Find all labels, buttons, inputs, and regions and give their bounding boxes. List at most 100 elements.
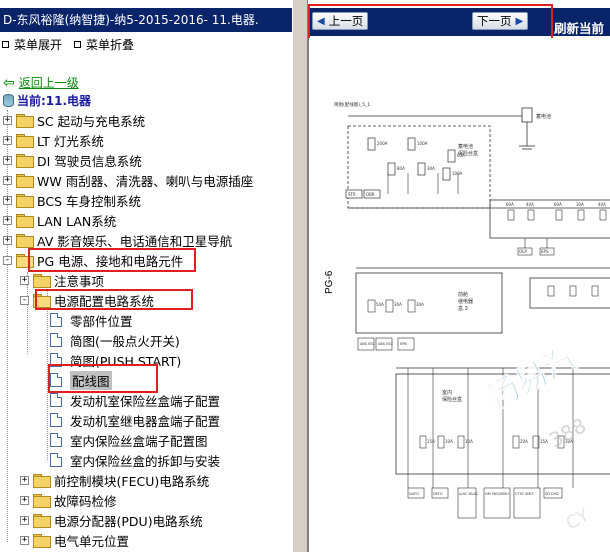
tree-item[interactable]: + LAN LAN系统 [3,210,116,230]
fuse [387,162,396,176]
folder-icon [16,153,34,168]
current-location: 当前:11.电器 [3,92,91,109]
folder-icon [16,113,34,128]
tree-item-label: 电气单元位置 [54,533,130,549]
tree-item[interactable]: + WW 雨刮器、清洗器、喇叭与电源插座 [3,170,253,190]
fuse-label: 200A [377,141,388,146]
tree-item[interactable]: + 电气单元位置 [20,530,129,550]
tree-item-label: 电源配置电路系统 [54,293,155,309]
tree-item-label: LAN LAN系统 [37,213,117,229]
folder-open-icon [16,253,34,268]
expand-icon[interactable]: + [3,195,12,205]
menu-row: 菜单展开 菜单折叠 [2,36,134,53]
tree-item[interactable]: + 故障码检修 [20,490,117,510]
next-page-button[interactable]: 下一页 ▶ [472,12,529,30]
watermark-text: 畅易汽 [480,338,583,417]
connector-label: HM 5KG/MMU [485,492,509,496]
tree-item[interactable]: + SC 起动与充电系统 [3,110,145,130]
fuse [577,209,585,221]
tree-item[interactable]: 室内保险丝盒端子配置图 [39,430,208,450]
tree-item[interactable]: 简图(一般点火开关) [39,330,180,350]
expand-icon[interactable]: + [3,175,12,185]
document-icon [50,413,62,427]
tree-item[interactable]: + 电源分配器(PDU)电路系统 [20,510,203,530]
right-arrow-icon: ▶ [515,15,524,27]
fuse [419,435,427,449]
expand-icon[interactable]: + [20,535,29,545]
refresh-current-link[interactable]: 刷新当前 [554,18,604,37]
expand-icon[interactable]: + [20,515,29,525]
tree-item[interactable]: + DI 驾驶员信息系统 [3,150,142,170]
fuse [547,285,555,297]
fuse [555,209,563,221]
fuse-label: 15A [427,439,435,444]
tree-item-label: 室内保险丝盒的拆卸与安装 [70,453,221,469]
tree-item[interactable]: - PG 电源、接地和电路元件 [3,250,183,270]
tree-item[interactable]: 配线图 [39,370,112,390]
folder-icon [33,473,51,488]
fuse-label: 30A [416,302,424,307]
pane-splitter[interactable] [292,0,308,552]
tree-item-label: SC 起动与充电系统 [37,113,146,129]
tree-item-label: BCS 车身控制系统 [37,193,141,209]
collapse-all-label: 菜单折叠 [86,38,135,52]
back-link[interactable]: ⇦ 返回上一级 [3,74,79,91]
collapse-icon[interactable]: - [3,255,12,265]
box-label: 室内 [442,389,452,396]
expand-all-label: 菜单展开 [14,38,63,52]
tree-item-label: DI 驾驶员信息系统 [37,153,142,169]
tree-item[interactable]: - 电源配置电路系统 [20,290,154,310]
battery-symbol [521,107,533,123]
tree-item-label: 前控制模块(FECU)电路系统 [54,473,210,489]
tree-item[interactable]: 发动机室保险丝盒端子配置 [39,390,220,410]
folder-icon [16,133,34,148]
box-label: 保险丝盒 [442,396,462,403]
tree-item[interactable]: 发动机室继电器盒端子配置 [39,410,220,430]
collapse-icon[interactable]: - [20,295,29,305]
tree-item[interactable]: + 注意事项 [20,270,104,290]
expand-icon[interactable]: + [20,275,29,285]
fuse-label: 80A [397,166,405,171]
folder-icon [16,193,34,208]
document-icon [50,333,62,347]
tree-item-label: PG 电源、接地和电路元件 [37,253,184,269]
collapse-all-button[interactable]: 菜单折叠 [74,36,134,53]
tree-item[interactable]: + 前控制模块(FECU)电路系统 [20,470,209,490]
diagram-header: 简图(配线图)_5_1 [334,101,370,108]
fuse [417,162,426,176]
fuse [507,209,515,221]
battery-label: 蓄电池 [536,113,551,120]
fuse [407,299,416,313]
expand-icon[interactable]: + [3,115,12,125]
fuse [527,209,535,221]
tree-item[interactable]: 简图(PUSH START) [39,350,181,370]
expand-icon[interactable]: + [20,475,29,485]
connector-label: CTSY SMLT [515,492,535,496]
doc-toolbar: ◀ 上一页 下一页 ▶ 刷新当前 [308,8,610,36]
tree-item[interactable]: 零部件位置 [39,310,133,330]
expand-icon[interactable]: + [20,495,29,505]
wiring-diagram: 简图(配线图)_5_1 PG-6 蓄电池保险丝盒 蓄电池 200A 100A 60A 80A 3… [308,38,610,552]
prev-page-button[interactable]: ◀ 上一页 [312,12,369,30]
connector-label: DUFG [409,492,419,496]
expand-icon[interactable]: + [3,215,12,225]
expand-icon[interactable]: + [3,135,12,145]
tree-item[interactable]: 室内保险丝盒的拆卸与安装 [39,450,220,470]
right-panel: ◀ 上一页 下一页 ▶ 刷新当前 简图(配线图)_5_1 PG-6 蓄电池 保险丝盒 蓄… [308,0,610,552]
back-arrow-icon: ⇦ [3,74,15,91]
fuse [437,435,445,449]
fuse [457,435,465,449]
expand-icon[interactable]: + [3,155,12,165]
tree-item[interactable]: + AV 影音娱乐、电话通信和卫星导航 [3,230,232,250]
watermark-faint: 388 [545,413,590,452]
tree-item-label: 发动机室继电器盒端子配置 [70,413,221,429]
folder-open-icon [33,293,51,308]
tree-item-label: 注意事项 [54,273,105,289]
document-icon [50,373,62,387]
left-title-bar: D-东风裕隆(纳智捷)-纳5-2015-2016- 11.电器. [0,8,292,32]
box-label: 蓄电池 [458,143,473,150]
expand-all-button[interactable]: 菜单展开 [2,36,62,53]
tree-item[interactable]: + BCS 车身控制系统 [3,190,141,210]
tree-item[interactable]: + LT 灯光系统 [3,130,104,150]
expand-icon[interactable]: + [3,235,12,245]
